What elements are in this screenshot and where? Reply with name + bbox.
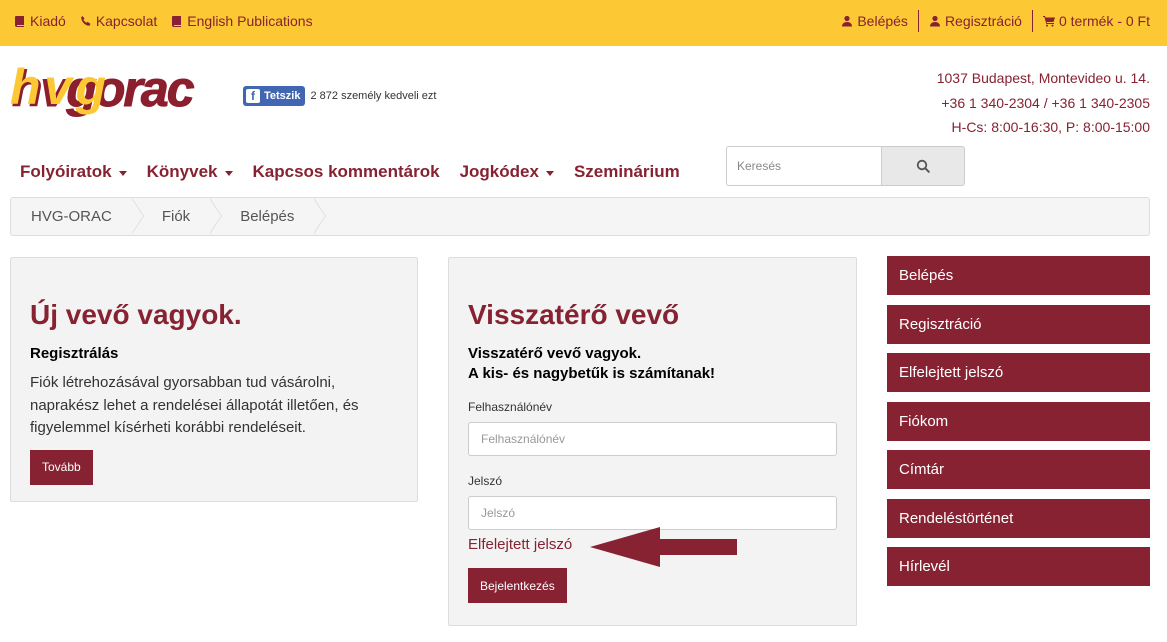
search-button[interactable] xyxy=(881,146,965,186)
top-link-label: English Publications xyxy=(187,13,313,29)
returning-subtitle-line2: A kis- és nagybetűk is számítanak! xyxy=(468,365,716,382)
returning-customer-title: Visszatérő vevő xyxy=(468,299,680,330)
nav-label: Folyóiratok xyxy=(20,162,112,181)
cart-icon xyxy=(1042,16,1055,27)
nav-jogkodex[interactable]: Jogkódex xyxy=(460,162,554,182)
top-link-label: Kapcsolat xyxy=(95,13,158,29)
address: 1037 Budapest, Montevideo u. 14. xyxy=(936,70,1150,86)
user-icon xyxy=(842,15,853,27)
sidebar-item-order-history[interactable]: Rendeléstörténet xyxy=(887,498,1150,538)
caret-down-icon xyxy=(118,170,127,176)
arrow-left-icon xyxy=(590,527,737,567)
top-bar: Kiadó Kapcsolat English Publications Bel… xyxy=(0,0,1167,46)
password-input[interactable] xyxy=(468,496,837,530)
account-links: Belépés Regisztráció 0 termék - 0 Ft xyxy=(831,0,1150,42)
login-link[interactable]: Belépés xyxy=(831,13,918,29)
phone-icon xyxy=(81,16,91,26)
nav-label: Könyvek xyxy=(146,162,218,181)
cart-label: 0 termék - 0 Ft xyxy=(1058,13,1150,29)
breadcrumb: HVG-ORAC Fiók Belépés xyxy=(10,197,1150,236)
contact-info: 1037 Budapest, Montevideo u. 14. +36 1 3… xyxy=(937,66,1150,140)
nav-szeminarium[interactable]: Szeminárium xyxy=(574,162,680,182)
top-link-kapcsolat[interactable]: Kapcsolat xyxy=(80,13,157,29)
returning-subtitle-line1: Visszatérő vevő vagyok. xyxy=(468,345,642,362)
sidebar-item-login[interactable]: Belépés xyxy=(887,256,1150,295)
top-links: Kiadó Kapcsolat English Publications xyxy=(14,0,327,42)
continue-button[interactable]: Tovább xyxy=(30,449,93,485)
nav-kapcsos-kommentarok[interactable]: Kapcsos kommentárok xyxy=(253,162,440,182)
facebook-like: f Tetszik 2 872 személy kedveli ezt xyxy=(243,86,436,106)
fb-like-button[interactable]: f Tetszik xyxy=(243,86,306,106)
fb-like-label: Tetszik xyxy=(264,90,301,102)
hvgorac-logo: hvgorac hvg xyxy=(10,59,197,118)
cart-link[interactable]: 0 termék - 0 Ft xyxy=(1033,13,1150,29)
nav-label: Szeminárium xyxy=(573,162,680,181)
caret-down-icon xyxy=(224,170,233,176)
nav-folyoiratok[interactable]: Folyóiratok xyxy=(20,162,127,182)
sidebar-item-forgot-password[interactable]: Elfelejtett jelszó xyxy=(887,353,1150,392)
user-icon xyxy=(929,15,940,27)
opening-hours: H-Cs: 8:00-16:30, P: 8:00-15:00 xyxy=(951,119,1150,135)
nav-label: Kapcsos kommentárok xyxy=(252,162,440,181)
phone-numbers: +36 1 340-2304 / +36 1 340-2305 xyxy=(941,94,1150,111)
caret-down-icon xyxy=(545,170,554,176)
username-input[interactable] xyxy=(468,422,837,456)
book-icon xyxy=(172,16,182,27)
returning-customer-subtitle: Visszatérő vevő vagyok. A kis- és nagybet… xyxy=(468,344,837,384)
nav-label: Jogkódex xyxy=(459,162,539,181)
logo[interactable]: hvgorac hvg xyxy=(10,59,226,124)
search-input[interactable] xyxy=(726,146,881,186)
sidebar-item-register[interactable]: Regisztráció xyxy=(887,304,1150,344)
main-nav: Folyóiratok Könyvek Kapcsos kommentárok … xyxy=(20,160,700,184)
search-icon xyxy=(916,159,930,173)
nav-konyvek[interactable]: Könyvek xyxy=(147,162,233,182)
new-customer-panel: Új vevő vagyok. Regisztrálás Fiók létreh… xyxy=(10,257,418,502)
fb-like-count: 2 872 személy kedveli ezt xyxy=(310,90,437,102)
sidebar-item-newsletter[interactable]: Hírlevél xyxy=(887,547,1150,586)
returning-customer-panel: Visszatérő vevő Visszatérő vevő vagyok. A… xyxy=(448,257,857,626)
top-link-kiado[interactable]: Kiadó xyxy=(14,13,66,29)
login-label: Belépés xyxy=(857,13,908,29)
sidebar-item-my-account[interactable]: Fiókom xyxy=(887,401,1150,441)
forgot-password-link[interactable]: Elfelejtett jelszó xyxy=(468,536,572,553)
breadcrumb-item-login[interactable]: Belépés xyxy=(210,198,327,235)
register-label: Regisztráció xyxy=(944,13,1022,29)
search-box xyxy=(726,146,965,186)
account-sidebar: Belépés Regisztráció Elfelejtett jelszó … xyxy=(887,256,1150,596)
facebook-icon: f xyxy=(246,89,260,103)
top-link-label: Kiadó xyxy=(30,13,66,29)
logo-text-yellow: hvg xyxy=(10,62,105,115)
new-customer-title: Új vevő vagyok. xyxy=(30,299,242,330)
login-button[interactable]: Bejelentkezés xyxy=(468,568,567,603)
breadcrumb-item-home[interactable]: HVG-ORAC xyxy=(11,198,144,235)
new-customer-text: Fiók létrehozásával gyorsabban tud vásár… xyxy=(30,374,359,436)
password-label: Jelszó xyxy=(468,474,503,488)
book-icon xyxy=(15,16,24,27)
register-link[interactable]: Regisztráció xyxy=(919,13,1032,29)
new-customer-subtitle: Regisztrálás xyxy=(30,345,119,362)
username-label: Felhasználónév xyxy=(468,400,553,414)
sidebar-item-address-book[interactable]: Címtár xyxy=(887,450,1150,489)
top-link-english[interactable]: English Publications xyxy=(171,13,313,29)
